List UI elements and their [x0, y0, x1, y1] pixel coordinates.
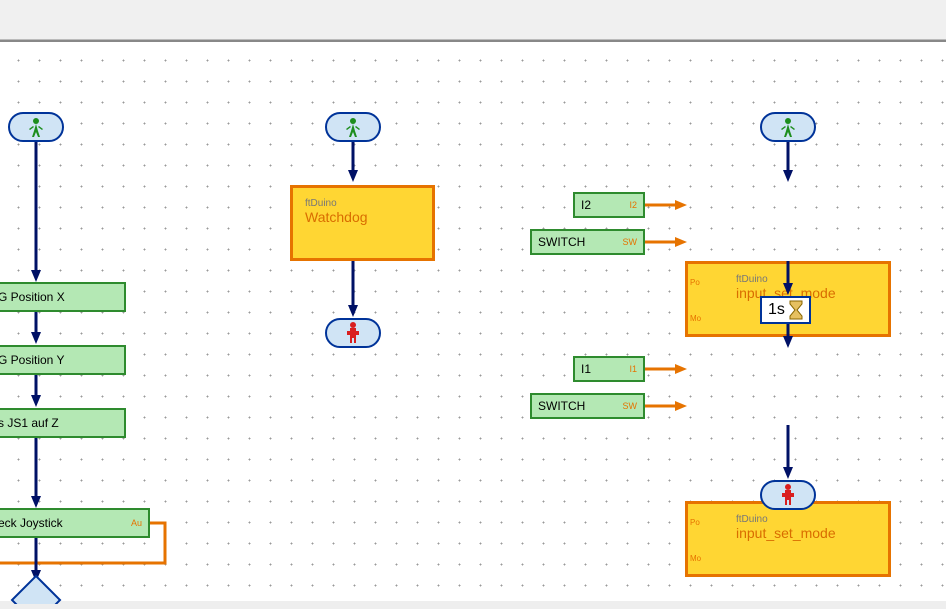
- label: s JS1 auf Z: [0, 416, 59, 430]
- port-bot: Mo: [690, 554, 701, 563]
- input-switch-2[interactable]: SWITCH SW: [530, 393, 645, 419]
- label: G Position X: [0, 290, 65, 304]
- port-top: Po: [690, 518, 700, 527]
- label: G Position Y: [0, 353, 64, 367]
- stop-icon: [343, 321, 363, 345]
- step-position-x[interactable]: G Position X: [0, 282, 126, 312]
- stop-node-2[interactable]: [760, 480, 816, 510]
- label: I2: [581, 198, 591, 212]
- step-check-joystick[interactable]: eck Joystick Au: [0, 508, 150, 538]
- stop-node-1[interactable]: [325, 318, 381, 348]
- hint: SW: [617, 401, 638, 411]
- block-label: Watchdog: [305, 209, 422, 225]
- start-icon: [776, 115, 800, 139]
- label: SWITCH: [538, 399, 585, 413]
- block-type: ftDuino: [736, 274, 878, 285]
- watchdog-block[interactable]: ftDuino Watchdog: [290, 185, 435, 261]
- block-type: ftDuino: [305, 198, 422, 209]
- delay-node[interactable]: 1s: [760, 296, 811, 324]
- start-node-1[interactable]: [8, 112, 64, 142]
- label: SWITCH: [538, 235, 585, 249]
- port-bot: Mo: [690, 314, 701, 323]
- step-js1-z[interactable]: s JS1 auf Z: [0, 408, 126, 438]
- label: eck Joystick: [0, 516, 63, 530]
- block-label: input_set_mode: [736, 525, 878, 541]
- hourglass-icon: [789, 300, 803, 320]
- port-top: Po: [690, 278, 700, 287]
- input-i2[interactable]: I2 I2: [573, 192, 645, 218]
- stop-icon: [778, 483, 798, 507]
- start-node-3[interactable]: [760, 112, 816, 142]
- delay-label: 1s: [768, 301, 785, 319]
- toolbar: [0, 0, 946, 40]
- block-type: ftDuino: [736, 514, 878, 525]
- input-i1[interactable]: I1 I1: [573, 356, 645, 382]
- diagram-canvas[interactable]: G Position X G Position Y s JS1 auf Z ec…: [0, 40, 946, 601]
- decision-node-partial[interactable]: [10, 574, 62, 609]
- input-set-mode-block-2[interactable]: Po Mo ftDuino input_set_mode: [685, 501, 891, 577]
- start-icon: [24, 115, 48, 139]
- hint: I1: [623, 364, 637, 374]
- step-position-y[interactable]: G Position Y: [0, 345, 126, 375]
- hint: I2: [623, 200, 637, 210]
- output-hint: Au: [125, 518, 142, 528]
- input-switch-1[interactable]: SWITCH SW: [530, 229, 645, 255]
- start-node-2[interactable]: [325, 112, 381, 142]
- hint: SW: [617, 237, 638, 247]
- start-icon: [341, 115, 365, 139]
- label: I1: [581, 362, 591, 376]
